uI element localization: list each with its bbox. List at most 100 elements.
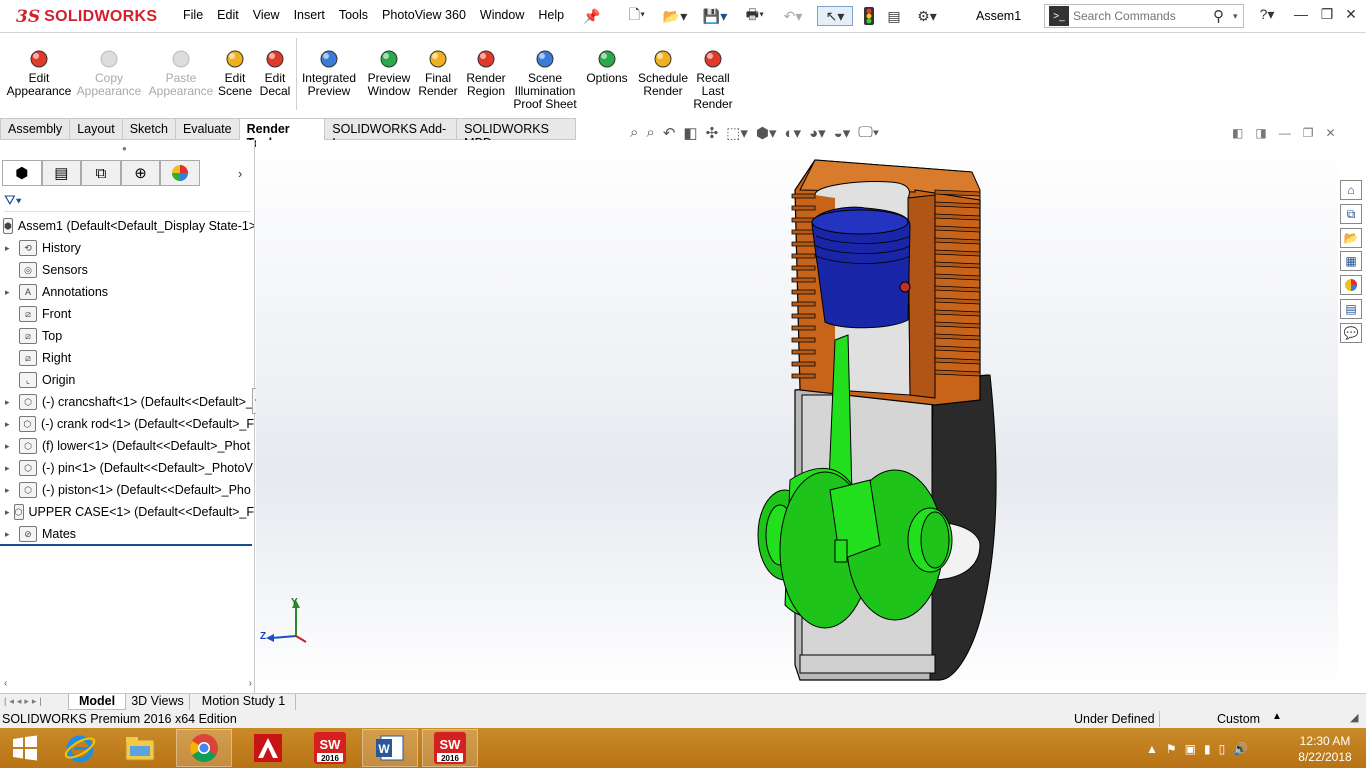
manager-tabs-scroll-right-icon[interactable]: › [238, 166, 242, 181]
action-center-flag-icon[interactable]: ⚑ [1166, 742, 1177, 756]
pin-menu-icon[interactable]: 📌 [583, 6, 600, 26]
chrome-icon[interactable] [176, 729, 232, 767]
expand-arrow-icon[interactable]: ▸ [5, 397, 15, 408]
minimize-icon[interactable]: — [1290, 6, 1312, 26]
tab-assembly[interactable]: Assembly [0, 118, 71, 140]
menu-file[interactable]: File [176, 8, 210, 22]
new-document-icon[interactable]: 🗋▾ [622, 6, 652, 26]
appearances-scenes-icon[interactable] [1340, 275, 1362, 295]
taskbar-clock[interactable]: 12:30 AM 8/22/2018 [1290, 733, 1360, 765]
apply-scene-icon[interactable]: ◒▾ [834, 124, 851, 142]
scroll-right-icon[interactable]: › [249, 678, 252, 690]
word-icon[interactable]: W [362, 729, 418, 767]
file-explorer-icon[interactable] [112, 729, 168, 767]
view-settings-icon[interactable]: 🖵▾ [858, 124, 879, 142]
internet-explorer-icon[interactable] [52, 729, 108, 767]
zoom-to-area-icon[interactable]: ⌕ [646, 124, 654, 142]
network-signal-icon[interactable]: ▮ [1204, 742, 1211, 756]
viewport-collapse-left-icon[interactable]: ◧ [1232, 126, 1243, 140]
menu-view[interactable]: View [246, 8, 287, 22]
dynamic-annotation-icon[interactable]: ✣ [706, 124, 719, 142]
tab-layout[interactable]: Layout [70, 118, 123, 140]
forum-icon[interactable]: 💬 [1340, 323, 1362, 343]
expand-arrow-icon[interactable]: ▸ [5, 485, 15, 496]
unit-system-up-icon[interactable]: ▲ [1272, 711, 1282, 722]
custom-properties-icon[interactable]: ▤ [1340, 299, 1362, 319]
tree-item-[interactable]: ▸ ⬡ (-) piston<1> (Default<<Default>_Pho [0, 479, 254, 501]
autocad-icon[interactable] [240, 729, 296, 767]
tab-evaluate[interactable]: Evaluate [175, 118, 240, 140]
tree-item-history[interactable]: ▸ ⟲ History [0, 237, 254, 259]
tree-root-assembly[interactable]: ⬢ Assem1 (Default<Default_Display State-… [0, 215, 254, 237]
expand-arrow-icon[interactable]: ▸ [5, 419, 15, 430]
print-icon[interactable]: 🖶▾ [740, 6, 770, 26]
tree-item-[interactable]: ▸ ⬡ (-) pin<1> (Default<<Default>_PhotoV [0, 457, 254, 479]
edit-appearance-hud-icon[interactable]: ◕▾ [809, 124, 826, 142]
unit-system-label[interactable]: Custom [1217, 712, 1260, 726]
tree-item-upper[interactable]: ▸ ⬡ UPPER CASE<1> (Default<<Default>_F [0, 501, 254, 523]
help-icon[interactable]: ?▾ [1254, 6, 1280, 26]
panel-collapse-handle-icon[interactable]: ● [122, 144, 127, 153]
solidworks-resources-icon[interactable]: ⌂ [1340, 180, 1362, 200]
menu-photoview[interactable]: PhotoView 360 [375, 8, 473, 22]
expand-arrow-icon[interactable]: ▸ [5, 529, 15, 540]
engine-assembly-model[interactable] [740, 150, 1010, 690]
expand-arrow-icon[interactable]: ▸ [5, 441, 15, 452]
solidworks-2016-active-icon[interactable]: SW 2016 [422, 729, 478, 767]
menu-tools[interactable]: Tools [332, 8, 375, 22]
tree-item-sensors[interactable]: ◎ Sensors [0, 259, 254, 281]
windows-start-icon[interactable] [0, 729, 50, 767]
tree-item-front[interactable]: ⧄ Front [0, 303, 254, 325]
view-orientation-icon[interactable]: ⬚▾ [726, 124, 748, 142]
tree-item-origin[interactable]: ⌞ Origin [0, 369, 254, 391]
piston-part[interactable] [811, 206, 911, 329]
expand-arrow-icon[interactable]: ▸ [5, 463, 15, 474]
hide-show-items-icon[interactable]: ◐▾ [784, 124, 801, 142]
open-document-icon[interactable]: 📂▾ [660, 6, 690, 26]
tree-item-top[interactable]: ⧄ Top [0, 325, 254, 347]
file-explorer-pane-icon[interactable]: 📂 [1340, 228, 1362, 248]
dimxpert-manager-tab-icon[interactable]: ⊕ [120, 160, 161, 186]
rollback-bar[interactable] [0, 544, 252, 546]
tree-item-f[interactable]: ▸ ⬡ (f) lower<1> (Default<<Default>_Phot [0, 435, 254, 457]
recall-last-render-button[interactable]: Recall Last Render [693, 48, 733, 111]
battery-icon[interactable]: ▯ [1219, 742, 1226, 756]
viewport-collapse-right-icon[interactable]: ◨ [1255, 126, 1266, 140]
search-input[interactable] [1073, 9, 1213, 23]
solidworks-logo[interactable]: 3S SOLIDWORKS [16, 6, 157, 28]
configuration-manager-tab-icon[interactable]: ⧉ [81, 160, 121, 186]
close-icon[interactable]: ✕ [1340, 6, 1362, 26]
tab-motion-study[interactable]: Motion Study 1 [192, 694, 296, 710]
tab-solidworks-mbd[interactable]: SOLIDWORKS MBD [457, 118, 576, 150]
final-render-button[interactable]: Final Render [418, 48, 458, 98]
paste-appearance-button[interactable]: Paste Appearance [149, 48, 213, 98]
viewport-restore-icon[interactable]: ❐ [1303, 126, 1314, 140]
feature-manager-tab-icon[interactable]: ⬢ [2, 160, 42, 186]
resize-grip-icon[interactable]: ◢ [1350, 711, 1358, 724]
select-pointer-icon[interactable]: ↖▾ [817, 6, 853, 26]
search-icon[interactable]: ⚲ [1213, 7, 1233, 25]
tree-item-[interactable]: ▸ ⬡ (-) crancshaft<1> (Default<<Default>_ [0, 391, 254, 413]
tab-solidworks-addins[interactable]: SOLIDWORKS Add-Ins [325, 118, 458, 150]
scene-illumination-proof-sheet-button[interactable]: Scene Illumination Proof Sheet [512, 48, 578, 111]
integrated-preview-button[interactable]: Integrated Preview [300, 48, 358, 98]
search-commands-box[interactable]: >_ ⚲ ▾ [1044, 4, 1244, 28]
display-icon[interactable]: ▣ [1185, 742, 1196, 756]
scroll-left-icon[interactable]: ‹ [4, 678, 7, 690]
tree-item-mates[interactable]: ▸ ⊘ Mates [0, 523, 254, 545]
menu-edit[interactable]: Edit [210, 8, 246, 22]
menu-help[interactable]: Help [531, 8, 571, 22]
menu-window[interactable]: Window [473, 8, 531, 22]
tab-3d-views[interactable]: 3D Views [126, 694, 190, 710]
expand-arrow-icon[interactable]: ▸ [5, 507, 10, 518]
rebuild-traffic-light-icon[interactable] [862, 6, 876, 26]
render-region-button[interactable]: Render Region [463, 48, 509, 98]
edit-appearance-button[interactable]: Edit Appearance [7, 48, 71, 98]
view-palette-icon[interactable]: ▦ [1340, 251, 1362, 271]
volume-icon[interactable]: 🔊 [1233, 742, 1248, 756]
tray-overflow-icon[interactable]: ▲ [1146, 742, 1158, 756]
tree-item-[interactable]: ▸ ⬡ (-) crank rod<1> (Default<<Default>_F [0, 413, 254, 435]
schedule-render-button[interactable]: Schedule Render [636, 48, 690, 98]
file-properties-icon[interactable]: ▤ [884, 6, 904, 26]
options-button[interactable]: Options [584, 48, 630, 85]
